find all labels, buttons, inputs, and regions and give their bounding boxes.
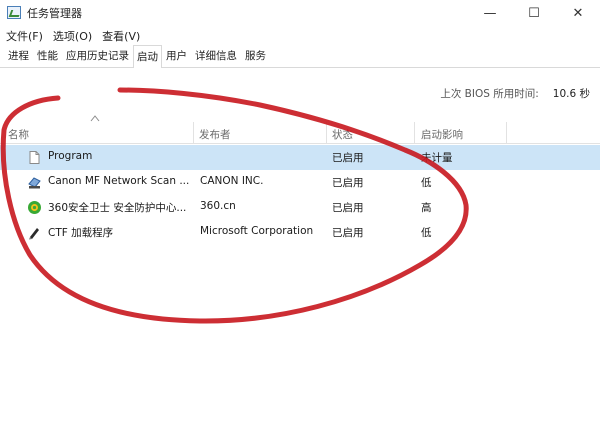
- maximize-button[interactable]: ☐: [514, 0, 554, 26]
- row-status: 已启用: [332, 202, 364, 214]
- bios-time-value: 10.6 秒: [552, 88, 590, 100]
- row-impact: 低: [421, 227, 432, 239]
- row-name: CTF 加载程序: [48, 227, 114, 239]
- title-bar: 任务管理器 — ☐ ✕: [0, 0, 600, 26]
- menu-file[interactable]: 文件(F): [6, 28, 43, 44]
- bios-time-label: 上次 BIOS 所用时间:: [440, 88, 539, 100]
- window-title: 任务管理器: [27, 7, 82, 20]
- table-row[interactable]: Canon MF Network Scan ... CANON INC. 已启用…: [0, 170, 600, 195]
- file-icon: [29, 151, 40, 164]
- row-status: 已启用: [332, 227, 364, 239]
- table-row[interactable]: Program 已启用 未计量: [0, 145, 600, 170]
- shield-360-icon: [28, 201, 41, 214]
- column-divider[interactable]: [193, 122, 194, 144]
- table-row[interactable]: 360安全卫士 安全防护中心... 360.cn 已启用 高: [0, 195, 600, 220]
- row-status: 已启用: [332, 177, 364, 189]
- table-row[interactable]: CTF 加载程序 Microsoft Corporation 已启用 低: [0, 220, 600, 245]
- task-manager-icon: [7, 6, 21, 19]
- bios-time: 上次 BIOS 所用时间: 10.6 秒: [440, 86, 590, 101]
- tab-startup[interactable]: 启动: [133, 45, 162, 68]
- row-name: 360安全卫士 安全防护中心...: [48, 202, 187, 214]
- tab-app-history[interactable]: 应用历史记录: [62, 44, 133, 67]
- tab-services[interactable]: 服务: [241, 44, 270, 67]
- column-divider[interactable]: [506, 122, 507, 144]
- row-impact: 低: [421, 177, 432, 189]
- row-name: Canon MF Network Scan ...: [48, 175, 190, 187]
- column-divider[interactable]: [326, 122, 327, 144]
- row-impact: 未计量: [421, 152, 453, 164]
- tab-processes[interactable]: 进程: [4, 44, 33, 67]
- close-button[interactable]: ✕: [558, 0, 598, 26]
- row-impact: 高: [421, 202, 432, 214]
- row-publisher: 360.cn: [200, 200, 236, 212]
- sort-ascending-icon: [90, 115, 100, 122]
- tab-bar: 进程 性能 应用历史记录 启动 用户 详细信息 服务: [0, 44, 600, 68]
- column-divider[interactable]: [414, 122, 415, 144]
- scanner-icon: [28, 177, 41, 189]
- menu-options[interactable]: 选项(O): [53, 28, 92, 44]
- menu-bar: 文件(F) 选项(O) 查看(V): [0, 26, 600, 46]
- menu-view[interactable]: 查看(V): [102, 28, 140, 44]
- row-publisher: Microsoft Corporation: [200, 225, 314, 237]
- minimize-button[interactable]: —: [470, 0, 510, 26]
- table-header: 名称 发布者 状态 启动影响: [0, 122, 600, 144]
- row-publisher: CANON INC.: [200, 175, 264, 187]
- row-name: Program: [48, 150, 93, 162]
- row-status: 已启用: [332, 152, 364, 164]
- tab-users[interactable]: 用户: [162, 44, 191, 67]
- tab-performance[interactable]: 性能: [33, 44, 62, 67]
- pen-icon: [29, 228, 39, 240]
- tab-details[interactable]: 详细信息: [191, 44, 241, 67]
